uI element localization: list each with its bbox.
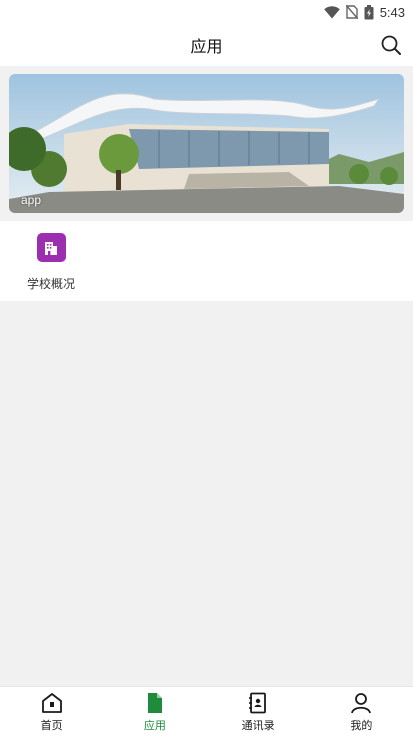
- nav-label-apps: 应用: [143, 719, 166, 732]
- nav-label-contacts: 通讯录: [241, 719, 275, 732]
- person-icon: [350, 692, 372, 714]
- status-time: 5:43: [379, 4, 405, 20]
- page-title: 应用: [190, 37, 223, 56]
- banner-caption: app: [21, 193, 42, 207]
- apps-grid: 学校概况: [0, 221, 413, 301]
- home-icon: [41, 692, 63, 714]
- contacts-book-icon: [247, 692, 269, 714]
- wifi-icon: [323, 5, 340, 19]
- banner-area: app: [0, 66, 413, 221]
- nav-item-apps[interactable]: 应用: [103, 687, 206, 734]
- nav-item-profile[interactable]: 我的: [310, 687, 413, 734]
- campus-building-photo: [9, 74, 404, 213]
- document-icon: [144, 692, 166, 714]
- no-sim-icon: [345, 5, 358, 19]
- app-tile-school-overview[interactable]: 学校概况: [20, 233, 82, 295]
- battery-icon: [364, 4, 374, 20]
- school-building-icon: [36, 233, 66, 262]
- app-header: 应用: [0, 24, 413, 66]
- nav-label-home: 首页: [40, 719, 63, 732]
- nav-label-profile: 我的: [350, 719, 373, 732]
- bottom-nav: 首页 应用 通讯录 我的: [0, 686, 413, 734]
- search-button[interactable]: [379, 33, 403, 57]
- app-label: 学校概况: [26, 277, 75, 291]
- status-bar: 5:43: [0, 0, 413, 24]
- search-icon: [381, 35, 401, 55]
- banner-carousel[interactable]: app: [9, 74, 404, 213]
- nav-item-contacts[interactable]: 通讯录: [207, 687, 310, 734]
- nav-item-home[interactable]: 首页: [0, 687, 103, 734]
